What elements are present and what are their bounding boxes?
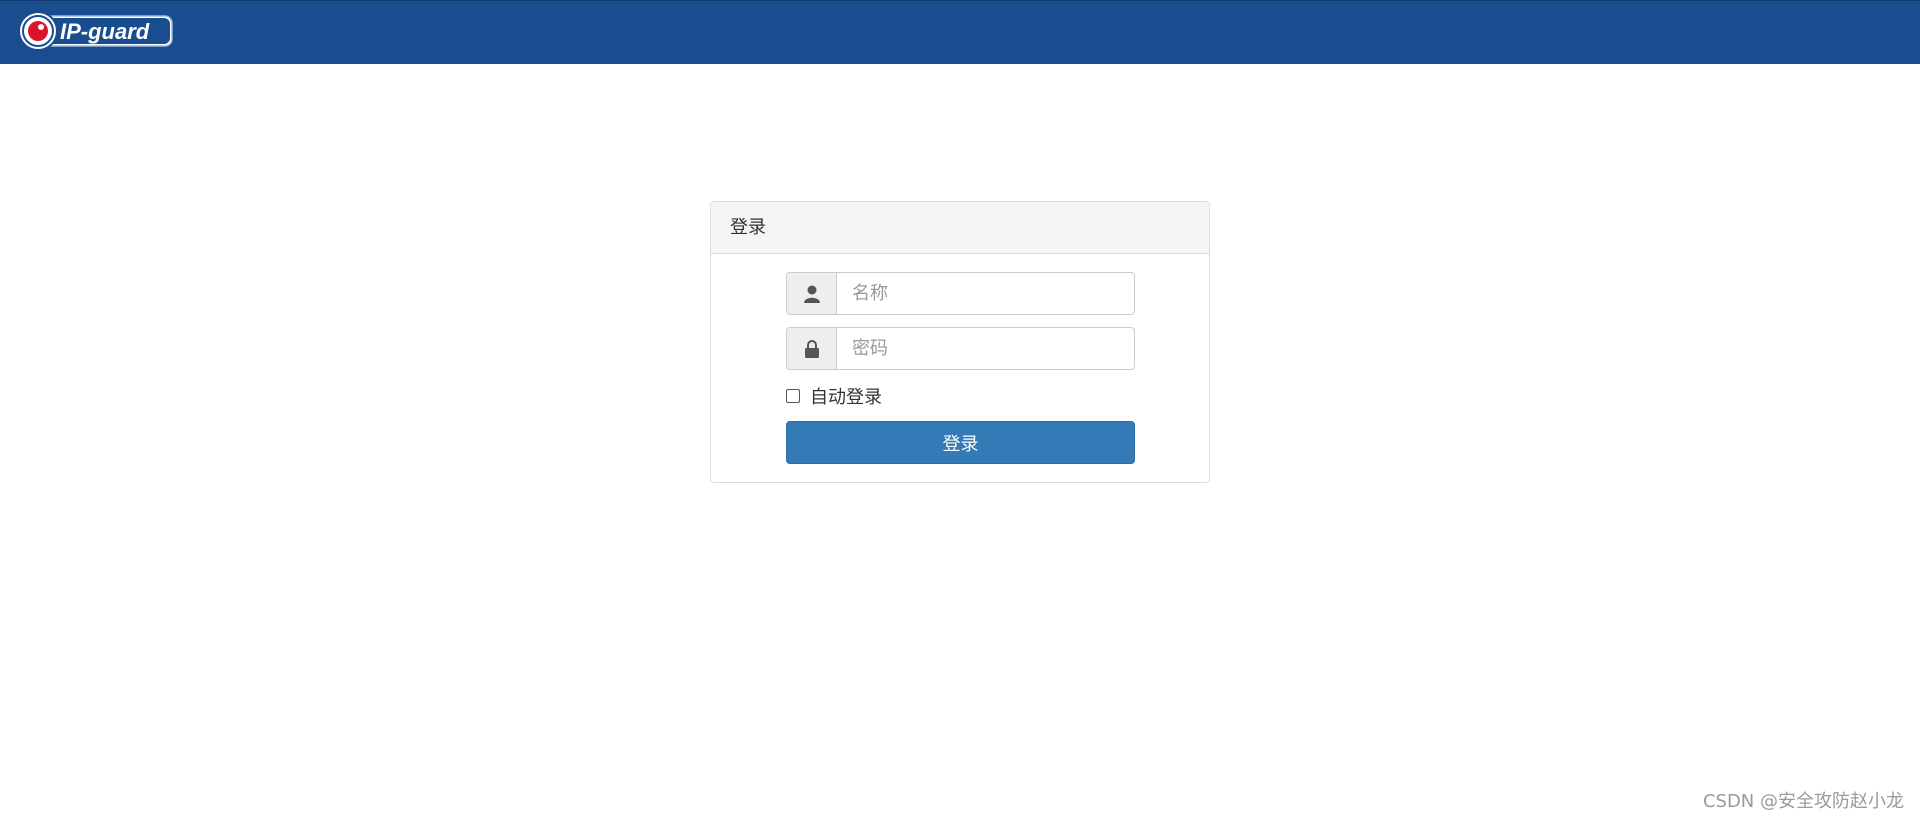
- password-input-group: [786, 327, 1135, 370]
- login-button[interactable]: 登录: [786, 421, 1135, 464]
- top-navbar: IP-guard: [0, 0, 1920, 64]
- auto-login-row: 自动登录: [786, 384, 882, 408]
- ipguard-logo[interactable]: IP-guard: [18, 11, 174, 51]
- lock-icon: [787, 328, 837, 369]
- auto-login-checkbox[interactable]: [786, 389, 800, 403]
- user-icon: [787, 273, 837, 314]
- username-input[interactable]: [837, 273, 1134, 314]
- login-form: 自动登录 登录: [711, 254, 1209, 482]
- auto-login-label[interactable]: 自动登录: [810, 383, 882, 409]
- csdn-watermark: CSDN @安全攻防赵小龙: [1702, 791, 1904, 812]
- panel-title: 登录: [711, 202, 1209, 254]
- username-input-group: [786, 272, 1135, 315]
- eye-logo-icon: IP-guard: [18, 11, 173, 51]
- logo-text: IP-guard: [60, 19, 150, 44]
- password-input[interactable]: [837, 328, 1134, 369]
- login-panel: 登录 自动登录 登录: [710, 201, 1210, 483]
